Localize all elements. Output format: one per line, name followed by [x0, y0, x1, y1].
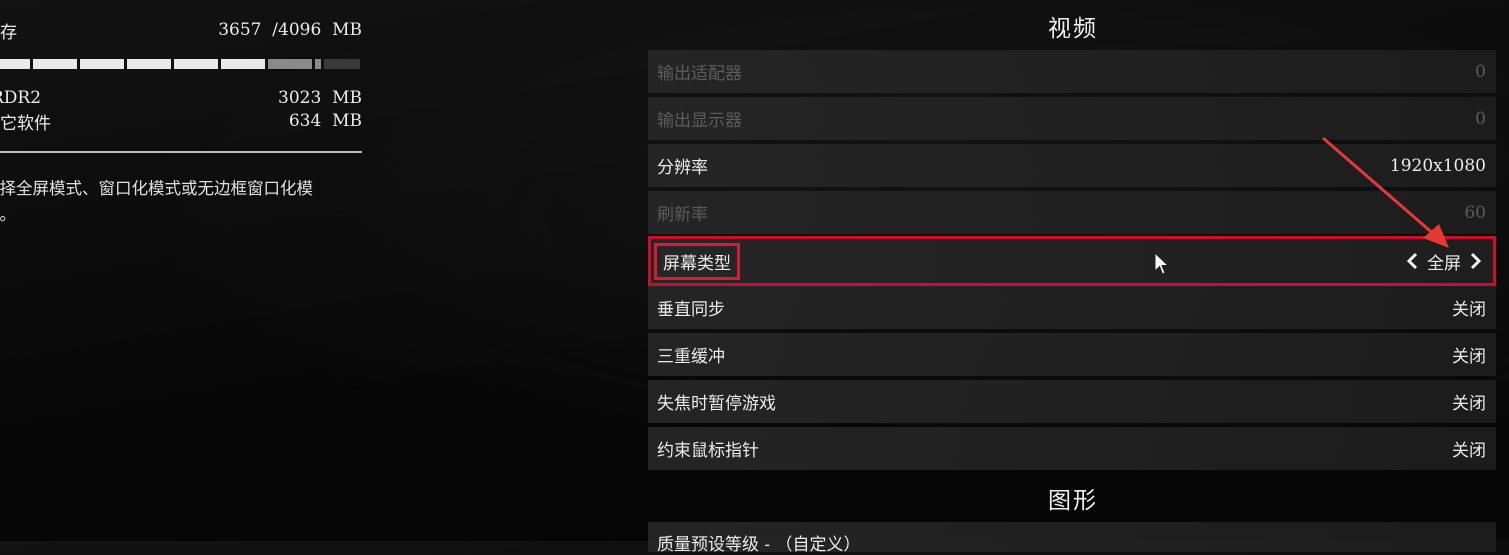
- setting-label: 屏幕类型: [663, 253, 731, 274]
- setting-row-output-adapter[interactable]: 输出适配器 0: [648, 50, 1496, 93]
- setting-row-refresh-rate[interactable]: 刷新率 60: [648, 191, 1496, 234]
- section-title-video: 视频: [1048, 16, 1098, 42]
- vram-total: 4096: [278, 20, 322, 40]
- section-title-graphics: 图形: [1048, 488, 1098, 514]
- setting-value: 0: [1475, 61, 1486, 82]
- setting-value: 60: [1464, 202, 1486, 223]
- setting-label-highlighted: 屏幕类型: [654, 242, 740, 280]
- vram-label: 显存: [0, 22, 17, 43]
- vram-usage-bar: [0, 59, 362, 69]
- vram-panel: 显存 3657 /4096 MB RDR2 3023 MB 其它软件 634 M…: [0, 0, 370, 541]
- setting-label: 分辨率: [657, 158, 708, 178]
- setting-label: 三重缓冲: [657, 347, 725, 367]
- setting-label: 失焦时暂停游戏: [657, 394, 776, 414]
- divider: [0, 151, 362, 153]
- setting-row-output-monitor[interactable]: 输出显示器 0: [648, 97, 1496, 140]
- chevron-left-icon[interactable]: [1405, 252, 1421, 270]
- vram-app-row: RDR2 3023 MB: [0, 87, 362, 109]
- setting-row-vsync[interactable]: 垂直同步 关闭: [648, 286, 1496, 329]
- setting-row-pause-on-focus-loss[interactable]: 失焦时暂停游戏 关闭: [648, 380, 1496, 423]
- setting-row-screen-type[interactable]: 屏幕类型 全屏: [648, 236, 1496, 286]
- chevron-right-icon[interactable]: [1467, 252, 1483, 270]
- setting-value: 全屏: [1427, 253, 1461, 274]
- vram-unit: MB: [332, 20, 362, 40]
- setting-value: 关闭: [1452, 300, 1486, 320]
- vram-used: 3657: [218, 20, 262, 40]
- setting-value: 关闭: [1452, 394, 1486, 414]
- setting-label: 垂直同步: [657, 300, 725, 320]
- vram-app-name: RDR2: [0, 88, 42, 108]
- mouse-cursor-icon: [1154, 252, 1170, 275]
- vram-other-name: 其它软件: [0, 113, 51, 134]
- setting-row-constrain-mouse[interactable]: 约束鼠标指针 关闭: [648, 427, 1496, 470]
- screen-type-selector[interactable]: 全屏: [1405, 249, 1483, 274]
- setting-label: 刷新率: [657, 205, 708, 225]
- setting-description: 选择全屏模式、窗口化模式或无边框窗口化模式。: [0, 179, 313, 224]
- setting-label: 输出显示器: [657, 111, 742, 131]
- setting-label: 质量预设等级 - （自定义）: [657, 535, 861, 555]
- vram-other-row: 其它软件 634 MB: [0, 110, 362, 134]
- setting-value: 关闭: [1452, 347, 1486, 367]
- setting-value: 关闭: [1452, 441, 1486, 461]
- setting-label: 约束鼠标指针: [657, 441, 759, 461]
- setting-row-triple-buffering[interactable]: 三重缓冲 关闭: [648, 333, 1496, 376]
- vram-total-row: 显存 3657 /4096 MB: [0, 19, 362, 43]
- setting-value: 1920x1080: [1389, 155, 1486, 176]
- setting-row-resolution[interactable]: 分辨率 1920x1080: [648, 144, 1496, 187]
- setting-value: 0: [1475, 108, 1486, 129]
- setting-row-quality-preset[interactable]: 质量预设等级 - （自定义）: [648, 522, 1496, 555]
- setting-label: 输出适配器: [657, 64, 742, 84]
